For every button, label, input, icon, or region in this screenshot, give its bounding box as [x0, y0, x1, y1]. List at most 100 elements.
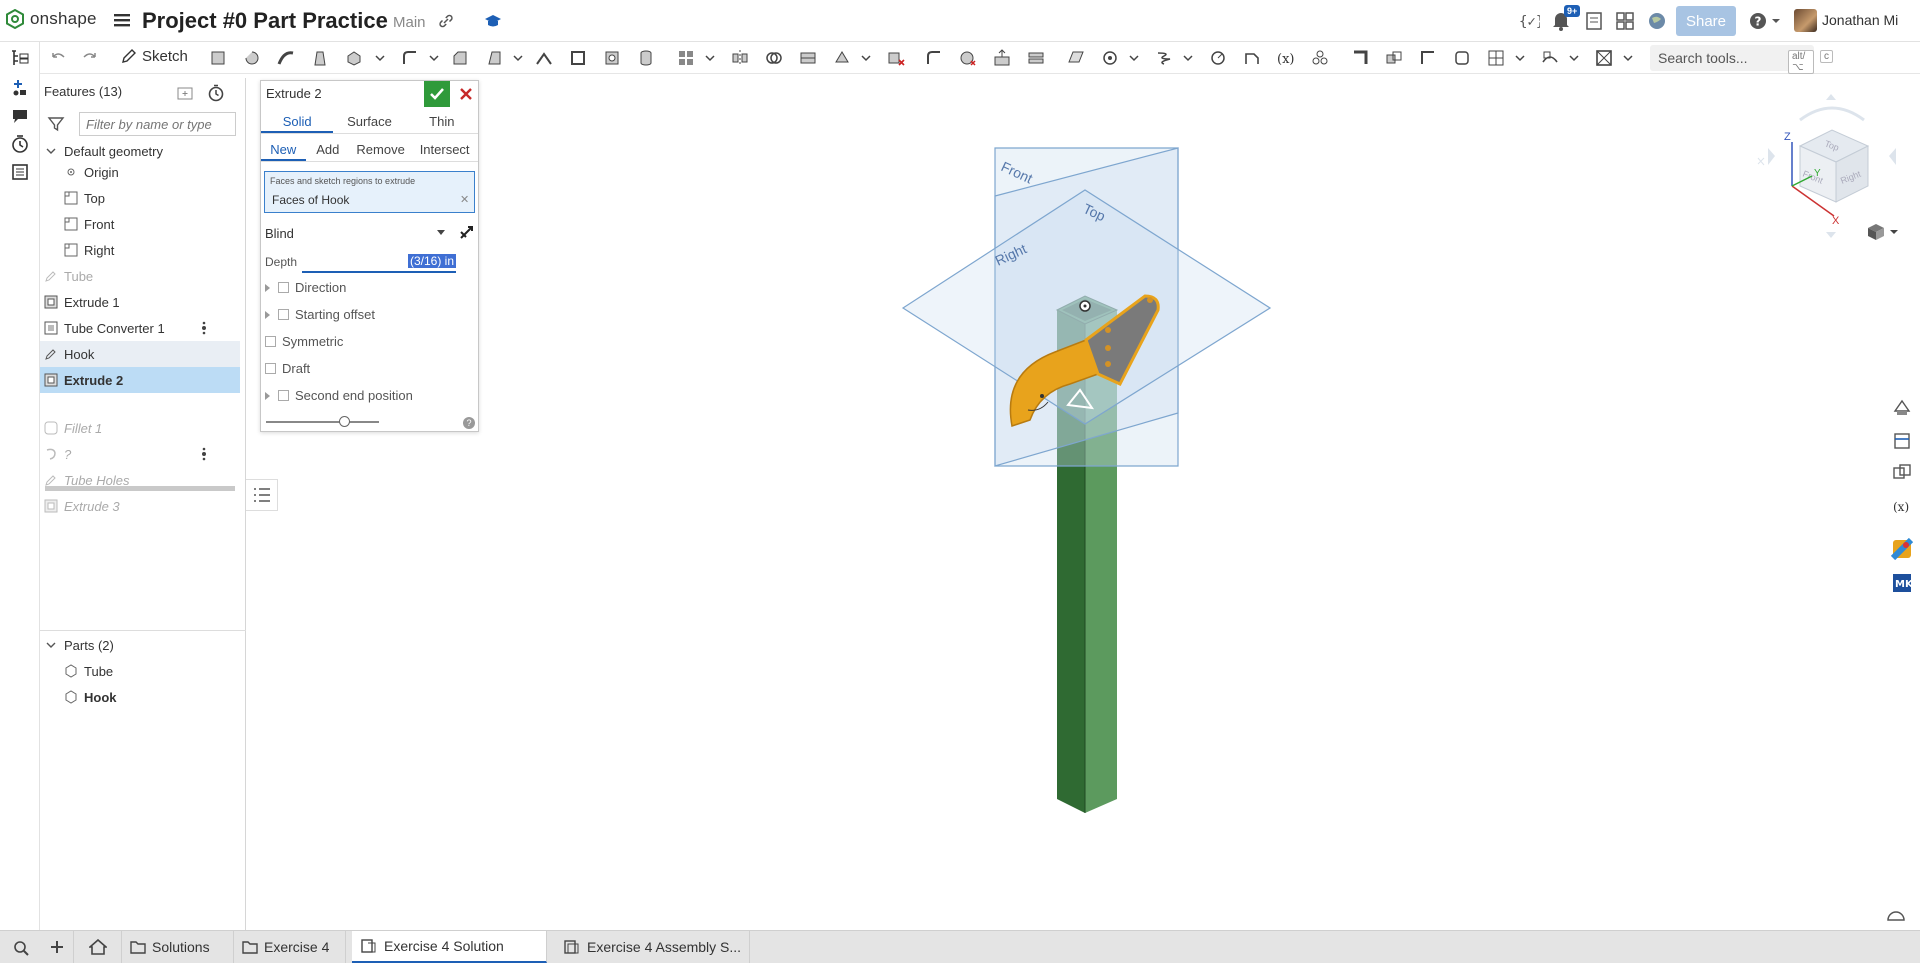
more-options-icon[interactable] — [200, 321, 208, 335]
chevron-down-icon[interactable] — [856, 48, 876, 68]
learning-center-icon[interactable] — [484, 12, 502, 30]
add-tab-button[interactable] — [40, 931, 74, 963]
chevron-down-icon[interactable] — [370, 48, 390, 68]
search-tools-input[interactable]: Search tools... alt/⌥ c — [1650, 45, 1833, 74]
feature-row-unknown[interactable]: ? — [44, 441, 244, 467]
chevron-down-icon[interactable] — [700, 48, 720, 68]
starting-offset-option[interactable]: Starting offset — [265, 307, 375, 322]
loft-icon[interactable] — [310, 48, 330, 68]
extrude-icon[interactable] — [208, 48, 228, 68]
sketch-button[interactable]: Sketch — [120, 47, 188, 65]
pattern-icon[interactable] — [676, 48, 696, 68]
variable-table-icon[interactable]: (x) — [1891, 495, 1913, 517]
breadcrumb-exercise-4[interactable]: Exercise 4 — [234, 931, 346, 963]
plane-row-right[interactable]: Right — [64, 237, 264, 263]
custom-features-icon[interactable] — [1310, 48, 1330, 68]
chevron-down-icon[interactable] — [44, 638, 58, 652]
flat-pattern-icon[interactable] — [1486, 48, 1506, 68]
plane-icon[interactable] — [1066, 48, 1086, 68]
avatar[interactable] — [1794, 9, 1817, 32]
render-studio-icon[interactable] — [1891, 538, 1913, 560]
chevron-right-icon[interactable] — [265, 310, 270, 319]
help-icon[interactable]: ? — [1748, 10, 1782, 32]
move-face-icon[interactable] — [992, 48, 1012, 68]
tab-thin[interactable]: Thin — [406, 108, 478, 133]
feature-filter-input[interactable] — [79, 112, 236, 136]
tab-exercise-4-assembly[interactable]: Exercise 4 Assembly S... — [555, 931, 750, 963]
tab-intersect[interactable]: Intersect — [411, 136, 478, 161]
feature-row-tube-holes[interactable]: Tube Holes — [44, 467, 244, 493]
boolean-icon[interactable] — [764, 48, 784, 68]
mass-properties-icon[interactable] — [1891, 462, 1913, 484]
chevron-down-icon[interactable] — [508, 48, 528, 68]
tab-exercise-4-solution[interactable]: Exercise 4 Solution — [352, 931, 547, 963]
variable-icon[interactable]: (x) — [1276, 48, 1296, 68]
plane-row-front[interactable]: Front — [64, 211, 264, 237]
featurescript-icon[interactable]: {✓} — [1518, 10, 1540, 32]
configurations-icon[interactable] — [1891, 430, 1913, 452]
mirror-icon[interactable] — [730, 48, 750, 68]
hole-icon[interactable] — [602, 48, 622, 68]
origin-row[interactable]: Origin — [64, 159, 264, 185]
draft-option[interactable]: Draft — [265, 361, 310, 376]
feature-row-tube-converter[interactable]: Tube Converter 1 — [44, 315, 244, 341]
tab-solid[interactable]: Solid — [261, 108, 334, 133]
rollback-timer-icon[interactable] — [206, 83, 226, 103]
section-view-icon[interactable] — [1594, 48, 1614, 68]
undo-icon[interactable] — [48, 48, 68, 68]
sweep-icon[interactable] — [276, 48, 296, 68]
cancel-button[interactable] — [454, 82, 478, 106]
redo-icon[interactable] — [80, 48, 100, 68]
feature-row-tube-sketch[interactable]: Tube — [44, 263, 244, 289]
variables-icon[interactable] — [10, 162, 30, 182]
globe-icon[interactable] — [1646, 10, 1668, 32]
search-tabs-icon[interactable] — [12, 939, 30, 957]
parts-folder[interactable]: Parts (2) — [44, 632, 244, 658]
part-row-tube[interactable]: Tube — [64, 658, 264, 684]
revolve-icon[interactable] — [242, 48, 262, 68]
mk-app-icon[interactable]: MK — [1891, 572, 1913, 594]
opposite-direction-icon[interactable] — [458, 223, 476, 241]
chevron-right-icon[interactable] — [265, 283, 270, 292]
end-type-select[interactable]: Blind — [265, 223, 447, 245]
feature-row-hook-sketch[interactable]: Hook — [40, 341, 240, 367]
part-row-hook[interactable]: Hook — [64, 684, 264, 710]
chevron-down-icon[interactable] — [1618, 48, 1638, 68]
clear-selection-icon[interactable]: ✕ — [460, 193, 469, 206]
chevron-down-icon[interactable] — [1510, 48, 1530, 68]
grid-apps-icon[interactable] — [1614, 10, 1636, 32]
frame-icon[interactable] — [1350, 48, 1370, 68]
delete-part-icon[interactable] — [886, 48, 906, 68]
fillet-icon[interactable] — [400, 48, 420, 68]
chevron-down-icon[interactable] — [44, 144, 58, 158]
starting-offset-checkbox[interactable] — [278, 309, 289, 320]
surface-icon[interactable] — [1540, 48, 1560, 68]
app-store-icon[interactable] — [1583, 10, 1605, 32]
thicken-icon[interactable] — [344, 48, 364, 68]
tab-surface[interactable]: Surface — [333, 108, 405, 133]
preview-slider-track[interactable] — [266, 421, 379, 423]
second-end-checkbox[interactable] — [278, 390, 289, 401]
workspace-branch[interactable]: Main — [393, 14, 426, 31]
chevron-down-icon[interactable] — [437, 230, 445, 235]
user-menu-name[interactable]: Jonathan Mi — [1822, 12, 1898, 28]
shell-icon[interactable] — [568, 48, 588, 68]
chevron-down-icon[interactable] — [1178, 48, 1198, 68]
transform-icon[interactable] — [832, 48, 852, 68]
mate-connector-icon[interactable] — [1100, 48, 1120, 68]
insert-icon[interactable] — [10, 78, 30, 98]
more-options-icon[interactable] — [200, 447, 208, 461]
plane-row-top[interactable]: Top — [64, 185, 264, 211]
chamfer-icon[interactable] — [450, 48, 470, 68]
list-toggle-button[interactable] — [246, 479, 278, 511]
accept-button[interactable] — [424, 81, 450, 107]
sheet-metal-icon[interactable] — [1242, 48, 1262, 68]
menu-icon[interactable] — [112, 10, 132, 30]
appearance-panel-icon[interactable] — [1891, 397, 1913, 419]
feature-row-extrude-1[interactable]: Extrude 1 — [44, 289, 244, 315]
chevron-right-icon[interactable] — [265, 391, 270, 400]
tab-add[interactable]: Add — [306, 136, 351, 161]
helix-icon[interactable] — [1154, 48, 1174, 68]
cylinder-icon[interactable] — [636, 48, 656, 68]
document-title[interactable]: Project #0 Part Practice — [142, 8, 388, 34]
